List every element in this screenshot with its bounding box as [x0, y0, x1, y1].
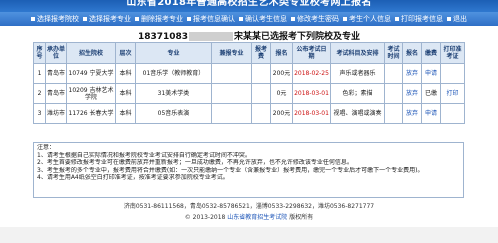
- row-level: 本科: [115, 103, 136, 124]
- col-header: 报考费: [251, 42, 271, 64]
- row-subject: 色彩；素描: [330, 83, 385, 104]
- row-major: 01音乐学（教师教育）: [135, 63, 212, 84]
- bottom-bar: [0, 227, 498, 243]
- row-fee: [251, 103, 271, 124]
- row-time: [384, 63, 403, 84]
- row-school: 10209 吉林艺术学院: [66, 83, 116, 104]
- registration-heading: 18371083 宋某某已选报考下列院校及专业: [0, 29, 498, 42]
- row-time: [384, 83, 403, 104]
- row-level: 本科: [115, 83, 136, 104]
- row-major: 05音乐表演: [135, 103, 212, 124]
- col-header: 专业: [135, 42, 212, 64]
- col-header: 考试科目及安排: [330, 42, 385, 64]
- abandon-button[interactable]: 放弃: [402, 63, 422, 84]
- square-bullet-icon: [187, 17, 191, 21]
- notice-line: 1、请考生根据自己实际情况和报考院校专业考试安排自行确定考试时间不冲突。: [37, 151, 251, 159]
- redaction-mask: [189, 32, 234, 41]
- row-city: 青岛市: [45, 83, 67, 104]
- col-header: 承办单位: [45, 42, 67, 64]
- nav-delete-major[interactable]: 删除报考专业: [133, 14, 185, 24]
- nav-logout[interactable]: 退出: [445, 14, 469, 24]
- nav-confirm-info[interactable]: 报考信息确认: [185, 14, 237, 24]
- notice-line: 2、考生首要修改报考专业可在缴费前放弃并重新报考；一旦成功缴费，不再允许放弃，也…: [37, 159, 353, 167]
- page-title: 山东省2018年普通高校招生艺术类专业校考网上报名: [126, 0, 372, 8]
- square-bullet-icon: [395, 17, 399, 21]
- notice-box: 注意： 1、请考生根据自己实际情况和报考院校专业考试安排自行确定考试时间不冲突。…: [33, 142, 464, 198]
- square-bullet-icon: [447, 17, 451, 21]
- square-bullet-icon: [31, 17, 35, 21]
- paid-status: 已缴: [421, 83, 441, 104]
- table-header-row: 序号 承办单位 招生院校 层次 专业 兼报专业 报考费 报名 公布考试日期 考试…: [33, 42, 465, 64]
- print-cell: [440, 103, 465, 124]
- row-sub-major: [211, 103, 252, 124]
- notice-line: 4、请考生用A4纸张空白打印准考证，按准考证要求参加院校专业考试。: [37, 174, 229, 182]
- row-number: 1: [33, 63, 46, 84]
- row-subject: 视唱、演唱或演奏: [330, 103, 385, 124]
- pay-button[interactable]: 申请: [421, 103, 441, 124]
- nav-confirm-student[interactable]: 确认考生信息: [237, 14, 289, 24]
- row-major: 31美术学类: [135, 83, 212, 104]
- table-row: 2 青岛市 10209 吉林艺术学院 本科 31美术学类 0元 2018-03-…: [33, 83, 465, 104]
- banner: 山东省2018年普通高校招生艺术类专业校考网上报名: [0, 0, 498, 12]
- notice-line: 3、考生报考的多个专业中，报考费用将合并缴费(如：一次只能缴纳一个专业（含兼报专…: [37, 166, 424, 174]
- col-header: 考试时间: [384, 42, 403, 64]
- row-fee: [251, 63, 271, 84]
- print-admission-button[interactable]: 打印: [440, 83, 465, 104]
- registration-id: 18371083: [137, 32, 189, 42]
- row-sub-major: [211, 63, 252, 84]
- print-cell: [440, 63, 465, 84]
- col-header: 兼报专业: [211, 42, 252, 64]
- main-nav: 选择报考院校 选择报考专业 删除报考专业 报考信息确认 确认考生信息 修改考生密…: [0, 12, 498, 26]
- row-school: 11726 长春大学: [66, 103, 116, 124]
- row-number: 2: [33, 83, 46, 104]
- row-date: 2018-03-01: [292, 83, 331, 104]
- col-header: 缴费: [421, 42, 441, 64]
- row-fee: [251, 83, 271, 104]
- row-time: [384, 103, 403, 124]
- nav-personal-info[interactable]: 考生个人信息: [341, 14, 393, 24]
- notice-heading: 注意：: [37, 144, 56, 151]
- table-row: 3 潍坊市 11726 长春大学 本科 05音乐表演 200元 2018-03-…: [33, 103, 465, 124]
- nav-change-password[interactable]: 修改考生密码: [289, 14, 341, 24]
- abandon-button[interactable]: 放弃: [402, 103, 422, 124]
- square-bullet-icon: [83, 17, 87, 21]
- col-header: 层次: [115, 42, 136, 64]
- nav-print-info[interactable]: 打印报考信息: [393, 14, 445, 24]
- row-date: 2018-02-25: [292, 63, 331, 84]
- row-city: 青岛市: [45, 63, 67, 84]
- nav-select-school[interactable]: 选择报考院校: [29, 14, 81, 24]
- row-subject: 声乐或者器乐: [330, 63, 385, 84]
- registration-table: 序号 承办单位 招生院校 层次 专业 兼报专业 报考费 报名 公布考试日期 考试…: [33, 42, 465, 124]
- table-row: 1 青岛市 10749 宁夏大学 本科 01音乐学（教师教育） 200元 201…: [33, 63, 465, 84]
- row-school: 10749 宁夏大学: [66, 63, 116, 84]
- col-header: 报名: [270, 42, 293, 64]
- pay-button[interactable]: 申请: [421, 63, 441, 84]
- col-header: 报名: [402, 42, 422, 64]
- row-cost: 200元: [270, 63, 293, 84]
- square-bullet-icon: [291, 17, 295, 21]
- row-cost: 0元: [270, 83, 293, 104]
- footer-contacts: 济南0531-86111568，青岛0532-85786521，淄博0533-2…: [123, 203, 375, 210]
- col-header: 招生院校: [66, 42, 116, 64]
- col-header: 打印准考证: [440, 42, 465, 64]
- square-bullet-icon: [135, 17, 139, 21]
- row-date: 2018-03-01: [292, 103, 331, 124]
- rights-text: 版权所有: [289, 214, 314, 221]
- col-header: 序号: [33, 42, 46, 64]
- row-number: 3: [33, 103, 46, 124]
- nav-select-major[interactable]: 选择报考专业: [81, 14, 133, 24]
- copyright-year: © 2013-2018: [184, 214, 226, 221]
- abandon-button[interactable]: 放弃: [402, 83, 422, 104]
- row-level: 本科: [115, 63, 136, 84]
- row-city: 潍坊市: [45, 103, 67, 124]
- org-link[interactable]: 山东省教育招生考试院: [227, 214, 287, 221]
- col-header: 公布考试日期: [292, 42, 331, 64]
- square-bullet-icon: [343, 17, 347, 21]
- registration-text: 宋某某已选报考下列院校及专业: [234, 32, 361, 42]
- row-sub-major: [211, 83, 252, 104]
- footer-copyright: © 2013-2018 山东省教育招生考试院 版权所有: [0, 212, 498, 221]
- square-bullet-icon: [239, 17, 243, 21]
- row-cost: 200元: [270, 103, 293, 124]
